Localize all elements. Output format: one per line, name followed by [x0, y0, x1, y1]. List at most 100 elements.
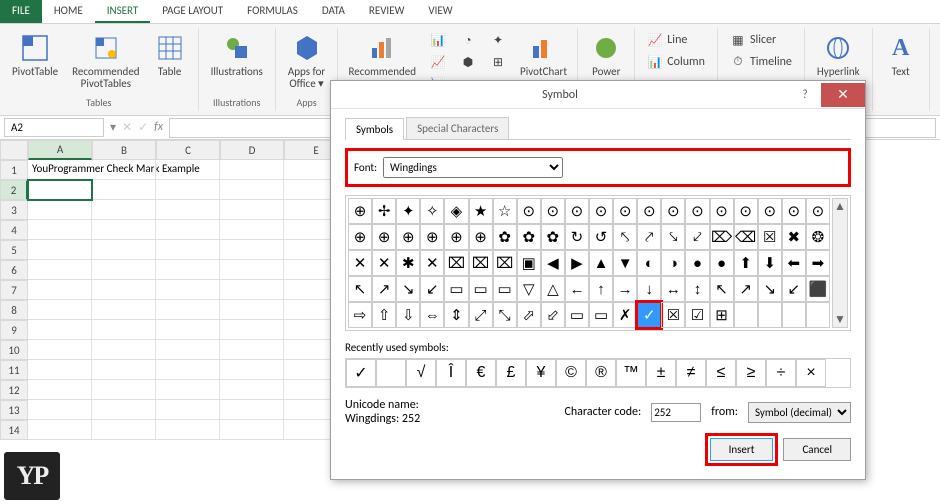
- cell[interactable]: [92, 300, 156, 320]
- symbol-cell[interactable]: ⊙: [661, 198, 685, 224]
- symbol-cell[interactable]: ✱: [396, 250, 420, 276]
- cell[interactable]: [220, 380, 284, 400]
- cell[interactable]: [156, 260, 220, 280]
- symbols-button[interactable]: Ω Symb: [936, 28, 940, 82]
- symbol-cell[interactable]: ⊕: [348, 198, 372, 224]
- dialog-close-button[interactable]: ✕: [821, 83, 865, 107]
- cell[interactable]: [156, 300, 220, 320]
- symbol-cell[interactable]: ✢: [372, 198, 396, 224]
- recommended-pivottables-button[interactable]: Recommended PivotTables: [66, 28, 145, 94]
- font-select[interactable]: Wingdings: [383, 157, 563, 178]
- cell[interactable]: [220, 280, 284, 300]
- symbol-cell[interactable]: ★: [469, 198, 493, 224]
- symbol-cell[interactable]: ⌧: [469, 250, 493, 276]
- recent-symbol[interactable]: ™: [616, 359, 646, 387]
- symbol-cell[interactable]: ▭: [589, 302, 613, 328]
- ribbon-tab-data[interactable]: DATA: [310, 0, 357, 23]
- cell[interactable]: [156, 180, 220, 200]
- symbol-cell[interactable]: ⇕: [444, 302, 468, 328]
- symbol-cell[interactable]: ↙: [420, 276, 444, 302]
- symbol-cell[interactable]: [758, 302, 782, 328]
- column-header[interactable]: D: [220, 140, 284, 160]
- cell[interactable]: [220, 420, 284, 440]
- pivottable-button[interactable]: PivotTable: [6, 28, 64, 82]
- symbol-cell[interactable]: ↘: [396, 276, 420, 302]
- symbol-cell[interactable]: ⊕: [469, 224, 493, 250]
- cell[interactable]: [156, 220, 220, 240]
- recent-symbol[interactable]: €: [466, 359, 496, 387]
- cell[interactable]: [220, 360, 284, 380]
- recent-symbol[interactable]: [376, 359, 406, 387]
- cell[interactable]: [28, 420, 92, 440]
- dialog-titlebar[interactable]: Symbol ? ✕: [331, 81, 865, 109]
- symbol-cell[interactable]: ⬇: [758, 250, 782, 276]
- symbol-cell[interactable]: ▭: [469, 276, 493, 302]
- recent-symbol[interactable]: ≥: [736, 359, 766, 387]
- row-header[interactable]: 4: [0, 220, 28, 240]
- symbol-cell[interactable]: ←: [565, 276, 589, 302]
- text-button[interactable]: A Text: [879, 28, 923, 82]
- symbol-cell[interactable]: ✧: [420, 198, 444, 224]
- cell-a2[interactable]: [28, 180, 92, 200]
- chart-type-1[interactable]: 📊: [426, 30, 450, 50]
- symbol-cell[interactable]: ⤢: [469, 302, 493, 328]
- symbol-cell[interactable]: ↻: [565, 224, 589, 250]
- symbol-cell[interactable]: ✿: [517, 224, 541, 250]
- symbol-scrollbar[interactable]: ▲▼: [832, 198, 848, 328]
- table-button[interactable]: Table: [148, 28, 192, 82]
- cell[interactable]: [92, 280, 156, 300]
- symbol-cell[interactable]: ⊙: [710, 198, 734, 224]
- cell[interactable]: [220, 160, 284, 180]
- cell[interactable]: [156, 160, 220, 180]
- symbol-cell[interactable]: ⌧: [493, 250, 517, 276]
- symbol-cell[interactable]: ⇩: [396, 302, 420, 328]
- symbol-cell[interactable]: ✦: [396, 198, 420, 224]
- symbol-cell[interactable]: ✖: [782, 224, 806, 250]
- symbol-cell[interactable]: ⊕: [444, 224, 468, 250]
- from-select[interactable]: Symbol (decimal): [748, 402, 851, 423]
- ribbon-tab-page-layout[interactable]: PAGE LAYOUT: [150, 0, 235, 23]
- symbol-cell[interactable]: ↺: [589, 224, 613, 250]
- cell[interactable]: [220, 400, 284, 420]
- symbol-cell[interactable]: ↙: [782, 276, 806, 302]
- cell[interactable]: [28, 240, 92, 260]
- symbol-cell[interactable]: ⊙: [637, 198, 661, 224]
- cell[interactable]: [28, 400, 92, 420]
- cell[interactable]: [220, 220, 284, 240]
- ribbon-tab-home[interactable]: HOME: [42, 0, 95, 23]
- symbol-cell[interactable]: ⬛: [806, 276, 830, 302]
- symbol-cell[interactable]: ▭: [444, 276, 468, 302]
- symbol-cell[interactable]: ↗: [372, 276, 396, 302]
- symbol-cell[interactable]: ▶: [565, 250, 589, 276]
- sparkline-column[interactable]: 📊Column: [643, 52, 709, 72]
- recent-symbol[interactable]: ≠: [676, 359, 706, 387]
- symbol-cell[interactable]: ▭: [565, 302, 589, 328]
- column-header[interactable]: A: [28, 140, 92, 160]
- symbol-cell[interactable]: ●: [685, 250, 709, 276]
- row-header[interactable]: 2: [0, 180, 28, 200]
- symbol-cell[interactable]: ▽: [517, 276, 541, 302]
- ribbon-tab-review[interactable]: REVIEW: [357, 0, 417, 23]
- insert-button[interactable]: Insert: [710, 438, 774, 461]
- name-box[interactable]: A2: [4, 118, 104, 137]
- cell[interactable]: [28, 340, 92, 360]
- recommended-charts-button[interactable]: Recommended: [343, 28, 422, 82]
- symbol-cell[interactable]: ⊙: [589, 198, 613, 224]
- symbol-cell[interactable]: →: [613, 276, 637, 302]
- cell[interactable]: [28, 360, 92, 380]
- dialog-help-button[interactable]: ?: [789, 88, 821, 102]
- symbol-cell[interactable]: ⊕: [396, 224, 420, 250]
- symbol-cell[interactable]: ↔: [661, 276, 685, 302]
- cell[interactable]: [156, 380, 220, 400]
- symbol-cell[interactable]: ◀: [541, 250, 565, 276]
- row-header[interactable]: 11: [0, 360, 28, 380]
- symbol-cell[interactable]: ⤤: [637, 224, 661, 250]
- cell[interactable]: [92, 160, 156, 180]
- symbol-cell[interactable]: ▭: [493, 276, 517, 302]
- cell[interactable]: [92, 360, 156, 380]
- symbol-cell[interactable]: ☒: [661, 302, 685, 328]
- recent-symbol[interactable]: Î: [436, 359, 466, 387]
- cell[interactable]: [156, 240, 220, 260]
- chart-type-4[interactable]: ◔: [456, 30, 480, 50]
- cell[interactable]: [92, 340, 156, 360]
